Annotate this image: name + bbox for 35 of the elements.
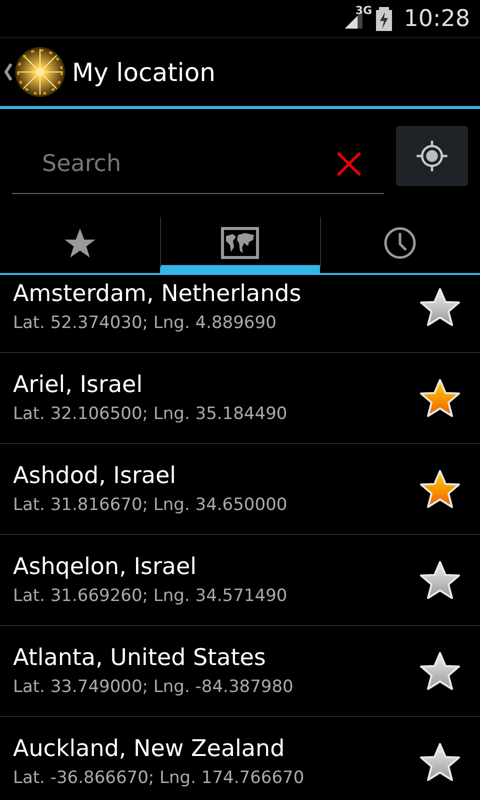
location-row[interactable]: Atlanta, United States Lat. 33.749000; Lng. -84.387980 [0,626,480,717]
favorite-star-icon[interactable] [420,287,460,327]
location-name: Atlanta, United States [13,645,267,671]
back-caret-icon [4,62,12,82]
location-coordinates: Lat. 52.374030; Lng. 4.889690 [13,313,278,333]
location-row[interactable]: Amsterdam, Netherlands Lat. 52.374030; Lng. 4.889690 [0,275,480,353]
location-row[interactable]: Ashdod, Israel Lat. 31.816670; Lng. 34.650000 [0,444,480,535]
location-coordinates: Lat. -36.866670; Lng. 174.766670 [13,768,306,788]
location-name: Auckland, New Zealand [13,736,286,762]
location-row[interactable]: Ariel, Israel Lat. 32.106500; Lng. 35.184490 [0,353,480,444]
location-coordinates: Lat. 33.749000; Lng. -84.387980 [13,677,294,697]
clock-time: 10:28 [404,6,470,32]
battery-icon [376,6,392,30]
location-name: Amsterdam, Netherlands [13,281,302,307]
network-type: 3G [355,4,372,17]
favorite-star-icon[interactable] [420,469,460,509]
location-coordinates: Lat. 31.669260; Lng. 34.571490 [13,586,288,606]
favorite-star-icon[interactable] [420,742,460,782]
locate-button[interactable] [396,126,468,186]
favorite-star-icon[interactable] [420,560,460,600]
location-row[interactable]: Auckland, New Zealand Lat. -36.866670; Lng. 174.766670 [0,717,480,800]
clear-icon[interactable] [336,151,362,177]
location-coordinates: Lat. 31.816670; Lng. 34.650000 [13,495,288,515]
search-field[interactable]: Search [12,134,384,194]
location-coordinates: Lat. 32.106500; Lng. 35.184490 [13,404,288,424]
favorite-star-icon[interactable] [420,378,460,418]
location-row[interactable]: Ashqelon, Israel Lat. 31.669260; Lng. 34.571490 [0,535,480,626]
location-name: Ariel, Israel [13,372,144,398]
sun-burst-icon [14,46,66,98]
crosshair-icon [414,138,450,174]
screen-title: My location [72,58,216,86]
location-name: Ashqelon, Israel [13,554,198,580]
world-map-icon [221,226,259,260]
favorite-star-icon[interactable] [420,651,460,691]
location-name: Ashdod, Israel [13,463,178,489]
